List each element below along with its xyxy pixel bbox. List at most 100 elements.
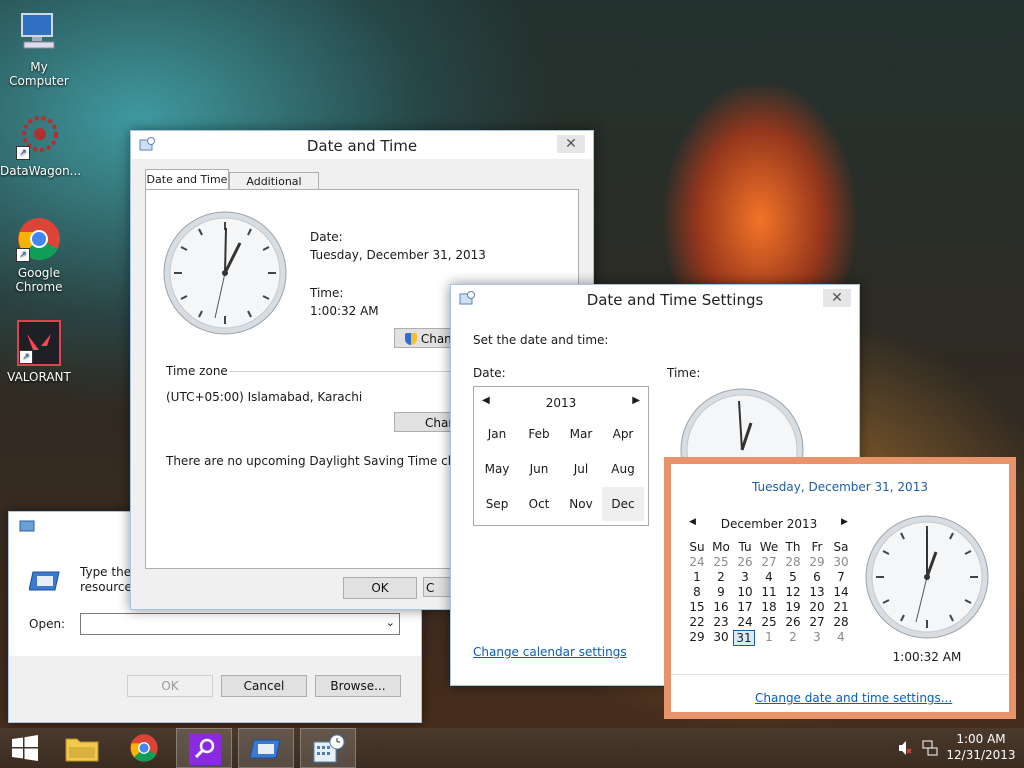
month-cell[interactable]: Oct	[518, 487, 560, 521]
calendar-day[interactable]: 19	[781, 600, 805, 614]
month-cell[interactable]: Feb	[518, 417, 560, 451]
close-icon[interactable]: ✕	[823, 289, 851, 307]
calendar-day[interactable]: 29	[685, 630, 709, 644]
calendar-day[interactable]: 2	[709, 570, 733, 584]
calendar-day[interactable]: 29	[805, 555, 829, 569]
tab-date-and-time[interactable]: Date and Time	[145, 169, 229, 190]
desktop-icon-label: VALORANT	[7, 370, 71, 384]
calendar-day[interactable]: 27	[757, 555, 781, 569]
calendar-day[interactable]: 28	[781, 555, 805, 569]
tab-additional-clocks[interactable]: Additional Clocks	[229, 172, 319, 205]
calendar-day[interactable]: 12	[781, 585, 805, 599]
calendar-day[interactable]: 1	[685, 570, 709, 584]
datawagon-icon: ↗	[16, 114, 62, 160]
chevron-down-icon[interactable]: ⌄	[386, 616, 395, 629]
taskbar-clock[interactable]: 1:00 AM 12/31/2013	[946, 732, 1016, 762]
year-header[interactable]: 2013	[474, 396, 648, 410]
calendar-day[interactable]: 3	[805, 630, 829, 644]
taskbar-search[interactable]	[176, 728, 232, 768]
flyout-date-heading[interactable]: Tuesday, December 31, 2013	[671, 480, 1009, 494]
month-cell[interactable]: Jan	[476, 417, 518, 451]
desktop-icon-valorant[interactable]: ↗ VALORANT	[0, 320, 78, 384]
month-cell[interactable]: Dec	[602, 487, 644, 521]
analog-clock	[163, 211, 287, 335]
flyout-analog-clock	[865, 515, 989, 639]
calendar-day[interactable]: 15	[685, 600, 709, 614]
change-date-time-settings-link[interactable]: Change date and time settings...	[755, 691, 952, 705]
month-cell[interactable]: May	[476, 452, 518, 486]
desktop-icon-chrome[interactable]: ↗ Google Chrome	[0, 216, 78, 294]
calendar-day[interactable]: 30	[709, 630, 733, 644]
calendar-day[interactable]: 3	[733, 570, 757, 584]
run-icon	[29, 571, 60, 591]
calendar-day[interactable]: 20	[805, 600, 829, 614]
dst-info-text: There are no upcoming Daylight Saving Ti…	[166, 454, 492, 468]
calendar-day[interactable]: 30	[829, 555, 853, 569]
start-button[interactable]	[0, 728, 50, 768]
run-ok-button[interactable]: OK	[127, 675, 213, 697]
run-cancel-button[interactable]: Cancel	[221, 675, 307, 697]
chevron-left-icon[interactable]: ◀	[689, 517, 696, 527]
month-cell[interactable]: Jun	[518, 452, 560, 486]
date-time-titlebar: Date and Time ✕	[131, 131, 593, 159]
calendar-day[interactable]: 11	[757, 585, 781, 599]
chevron-right-icon[interactable]: ▶	[632, 395, 640, 406]
calendar-day[interactable]: 25	[757, 615, 781, 629]
month-cell[interactable]: Mar	[560, 417, 602, 451]
flyout-month-title[interactable]: December 2013	[699, 517, 839, 531]
month-cell[interactable]: Sep	[476, 487, 518, 521]
chevron-right-icon[interactable]: ▶	[841, 517, 848, 527]
run-browse-button[interactable]: Browse...	[315, 675, 401, 697]
folder-icon	[65, 738, 99, 762]
taskbar-file-explorer[interactable]	[54, 728, 110, 768]
chrome-icon	[130, 734, 158, 762]
calendar-day[interactable]: 27	[805, 615, 829, 629]
calendar-day[interactable]: 31	[733, 630, 755, 646]
volume-muted-icon[interactable]	[898, 740, 912, 756]
calendar-day[interactable]: 4	[829, 630, 853, 644]
calendar-day[interactable]: 7	[829, 570, 853, 584]
month-cell[interactable]: Nov	[560, 487, 602, 521]
calendar-day[interactable]: 1	[757, 630, 781, 644]
network-icon[interactable]	[922, 740, 938, 756]
flyout-panel: Tuesday, December 31, 2013 ◀ December 20…	[671, 464, 1009, 712]
calendar-day[interactable]: 23	[709, 615, 733, 629]
desktop-icon-datawagon[interactable]: ↗ DataWagon...	[0, 114, 81, 178]
calendar-day[interactable]: 4	[757, 570, 781, 584]
calendar-day[interactable]: 9	[709, 585, 733, 599]
taskbar-chrome[interactable]	[116, 728, 172, 768]
calendar-day[interactable]: 17	[733, 600, 757, 614]
shortcut-arrow-icon: ↗	[19, 350, 33, 364]
desktop-icon-my-computer[interactable]: My Computer	[0, 10, 78, 88]
calendar-day[interactable]: 25	[709, 555, 733, 569]
calendar-day[interactable]: 14	[829, 585, 853, 599]
change-calendar-settings-link[interactable]: Change calendar settings	[473, 645, 627, 659]
calendar-day[interactable]: 26	[781, 615, 805, 629]
month-cell[interactable]: Jul	[560, 452, 602, 486]
calendar-day[interactable]: 24	[733, 615, 757, 629]
timezone-value: (UTC+05:00) Islamabad, Karachi	[166, 390, 363, 404]
calendar-day[interactable]: 2	[781, 630, 805, 644]
calendar-day[interactable]: 13	[805, 585, 829, 599]
calendar-day[interactable]: 21	[829, 600, 853, 614]
calendar-day[interactable]: 22	[685, 615, 709, 629]
calendar-day[interactable]: 16	[709, 600, 733, 614]
taskbar-date-time[interactable]	[300, 728, 356, 768]
taskbar-run[interactable]	[238, 728, 294, 768]
calendar-day[interactable]: 5	[781, 570, 805, 584]
calendar-day[interactable]: 24	[685, 555, 709, 569]
calendar-day[interactable]: 8	[685, 585, 709, 599]
calendar-day[interactable]: 26	[733, 555, 757, 569]
taskbar-clock-date: 12/31/2013	[946, 748, 1016, 762]
run-window-icon	[19, 520, 35, 532]
calendar-day[interactable]: 10	[733, 585, 757, 599]
calendar-day[interactable]: 28	[829, 615, 853, 629]
month-cell[interactable]: Aug	[602, 452, 644, 486]
date-time-ok-button[interactable]: OK	[343, 577, 417, 599]
calendar-day[interactable]: 6	[805, 570, 829, 584]
close-icon[interactable]: ✕	[557, 135, 585, 153]
month-cell[interactable]: Apr	[602, 417, 644, 451]
open-combobox[interactable]: ⌄	[80, 613, 400, 635]
weekday-header: Su	[689, 540, 705, 554]
calendar-day[interactable]: 18	[757, 600, 781, 614]
